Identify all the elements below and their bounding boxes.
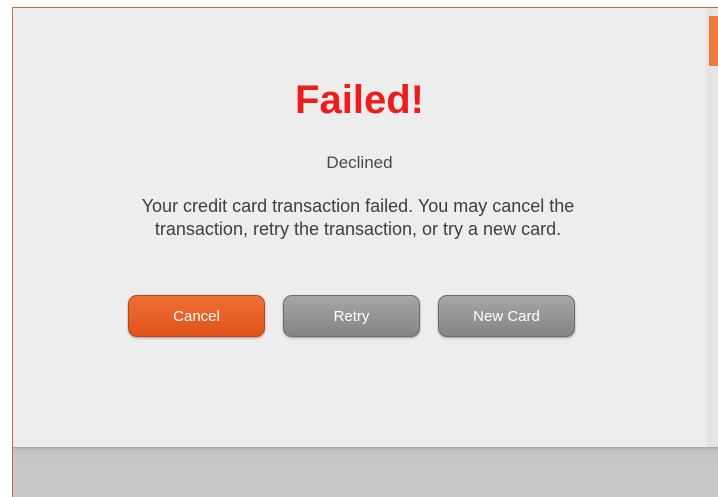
- scrollbar-thumb[interactable]: [709, 16, 718, 66]
- vertical-scrollbar[interactable]: [706, 8, 718, 447]
- retry-button[interactable]: Retry: [283, 295, 420, 337]
- dialog-footer: [13, 447, 718, 497]
- failure-title: Failed!: [295, 78, 424, 122]
- transaction-failed-dialog: Failed! Declined Your credit card transa…: [12, 7, 718, 497]
- dialog-content: Failed! Declined Your credit card transa…: [13, 8, 706, 447]
- decline-status: Declined: [326, 153, 393, 172]
- new-card-button[interactable]: New Card: [438, 295, 575, 337]
- cancel-button[interactable]: Cancel: [128, 295, 265, 337]
- failure-message: Your credit card transaction failed. You…: [141, 196, 575, 239]
